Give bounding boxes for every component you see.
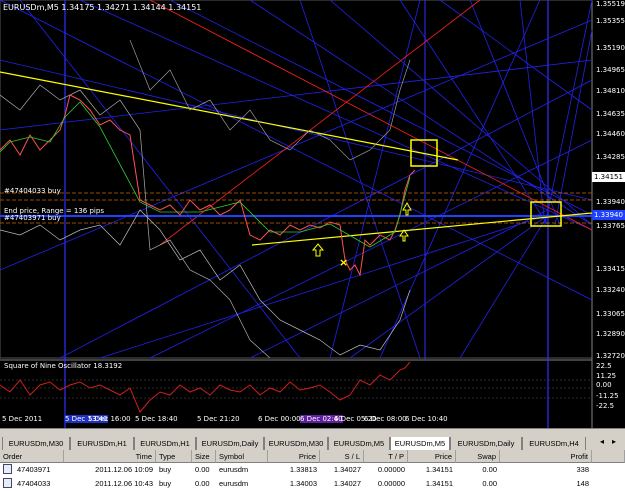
- tab-eurusdm-h1-2[interactable]: EURUSDm,H1: [134, 437, 196, 451]
- order-id: 47403971: [17, 465, 51, 474]
- order-profit: 338: [576, 465, 589, 474]
- col-time[interactable]: Time: [64, 450, 156, 463]
- order-id: 47404033: [17, 479, 51, 488]
- price-tick: 1.35190: [596, 44, 625, 52]
- order-type: buy: [159, 465, 172, 474]
- gann-fan-lines: [0, 0, 593, 359]
- cross-marker: ×: [339, 256, 348, 269]
- order-size: 0.00: [195, 465, 210, 474]
- header-filler: [592, 450, 625, 463]
- order-open-price: 1.34003: [289, 479, 317, 488]
- col-price[interactable]: Price: [268, 450, 320, 463]
- col-profit[interactable]: Profit: [500, 450, 592, 463]
- osc-tick: 22.5: [596, 362, 612, 370]
- col-symbol[interactable]: Symbol: [216, 450, 268, 463]
- order-type: buy: [159, 479, 172, 488]
- price-tick: 1.34285: [596, 153, 625, 161]
- col-swap[interactable]: Swap: [456, 450, 500, 463]
- up-arrow-1: [311, 243, 325, 257]
- osc-tick: 11.25: [596, 372, 617, 380]
- col-order[interactable]: Order: [0, 450, 64, 463]
- osc-tick: -11.25: [596, 392, 619, 400]
- price-tick: 1.32890: [596, 330, 625, 338]
- order-current-price: 1.34151: [425, 479, 453, 488]
- order-tp: 0.00000: [377, 465, 405, 474]
- order-profit: 148: [576, 479, 589, 488]
- range-price-marker: 1.33940: [592, 210, 625, 220]
- order-label-2: #47403971 buy: [4, 214, 61, 222]
- col-tp[interactable]: T / P: [364, 450, 408, 463]
- col-current-price[interactable]: Price: [408, 450, 456, 463]
- oscillator-title: Square of Nine Oscillator 18.3192: [4, 362, 123, 370]
- osc-tick: 0.00: [596, 381, 612, 389]
- col-size[interactable]: Size: [192, 450, 216, 463]
- tab-eurusdm-m5[interactable]: EURUSDm,M5: [328, 437, 390, 451]
- ticket-icon: [3, 478, 12, 488]
- time-tick: 5 Dec 18:40: [135, 415, 178, 423]
- chart-tab-bar: EURUSDm,M30 EURUSDm,H1 EURUSDm,H1 EURUSD…: [0, 428, 625, 451]
- tab-eurusdm-daily[interactable]: EURUSDm,Daily: [196, 437, 264, 451]
- orders-table: Order Time Type Size Symbol Price S / L …: [0, 450, 625, 491]
- order-sl: 1.34027: [333, 465, 361, 474]
- order-tp: 0.00000: [377, 479, 405, 488]
- price-tick: 1.33240: [596, 286, 625, 294]
- time-tick: 5 Dec 2011: [2, 415, 43, 423]
- table-row[interactable]: 47404033 2011.12.06 10:43 buy 0.00 eurus…: [0, 477, 625, 490]
- tab-eurusdm-daily-2[interactable]: EURUSDm,Daily: [450, 437, 522, 451]
- time-tick: 5 Dec 21:20: [197, 415, 240, 423]
- time-tick: 5 Dec 16:00: [88, 415, 131, 423]
- price-tick: 1.34460: [596, 130, 625, 138]
- chart-title: EURUSDm,M5 1.34175 1.34271 1.34144 1.341…: [3, 3, 202, 12]
- price-tick: 1.33765: [596, 222, 625, 230]
- order-symbol: eurusdm: [219, 465, 249, 474]
- price-tick: 1.35519: [596, 0, 625, 8]
- time-tick: 6 Dec 10:40: [405, 415, 448, 423]
- time-tick: 6 Dec 00:00: [258, 415, 301, 423]
- col-sl[interactable]: S / L: [320, 450, 364, 463]
- order-open-price: 1.33813: [289, 465, 317, 474]
- price-series-highlights: [0, 101, 411, 248]
- price-tick: 1.33940: [596, 198, 625, 206]
- price-tick: 1.33415: [596, 265, 625, 273]
- price-tick: 1.34635: [596, 110, 625, 118]
- tab-eurusdm-m30-2[interactable]: EURUSDm,M30: [264, 437, 328, 451]
- col-type[interactable]: Type: [156, 450, 192, 463]
- order-size: 0.00: [195, 479, 210, 488]
- tab-scroll-right-icon[interactable]: ▸: [612, 437, 616, 446]
- red-line-up: [159, 0, 481, 246]
- ticket-icon: [3, 464, 12, 474]
- tab-eurusdm-m5-active[interactable]: EURUSDm,M5: [390, 437, 450, 451]
- price-tick: 1.35355: [596, 17, 625, 25]
- order-sl: 1.34027: [333, 479, 361, 488]
- order-time: 2011.12.06 10:43: [95, 479, 153, 488]
- tab-eurusdm-h1[interactable]: EURUSDm,H1: [70, 437, 134, 451]
- order-label-1: #47404033 buy: [4, 187, 61, 195]
- tab-eurusdm-h4[interactable]: EURUSDm,H4: [522, 437, 586, 451]
- order-swap: 0.00: [482, 479, 497, 488]
- order-symbol: eurusdm: [219, 479, 249, 488]
- osc-tick: -22.5: [596, 402, 615, 410]
- tab-eurusdm-m30[interactable]: EURUSDm,M30: [2, 437, 70, 451]
- price-chart[interactable]: × EURUSDm,M5 1.34175 1.34271 1.34144 1.3…: [0, 0, 625, 428]
- order-current-price: 1.34151: [425, 465, 453, 474]
- time-tick: 6 Dec 08:00: [364, 415, 407, 423]
- ghost-series-2: [129, 39, 411, 161]
- table-row[interactable]: 47403971 2011.12.06 10:09 buy 0.00 eurus…: [0, 463, 625, 476]
- price-tick: 1.32720: [596, 352, 625, 360]
- price-tick: 1.34965: [596, 66, 625, 74]
- order-swap: 0.00: [482, 465, 497, 474]
- tab-scroll-left-icon[interactable]: ◂: [600, 437, 604, 446]
- order-time: 2011.12.06 10:09: [95, 465, 153, 474]
- current-price-marker: 1.34151: [592, 172, 625, 182]
- trendline-upper: [0, 71, 459, 161]
- price-tick: 1.34810: [596, 87, 625, 95]
- price-tick: 1.33065: [596, 310, 625, 318]
